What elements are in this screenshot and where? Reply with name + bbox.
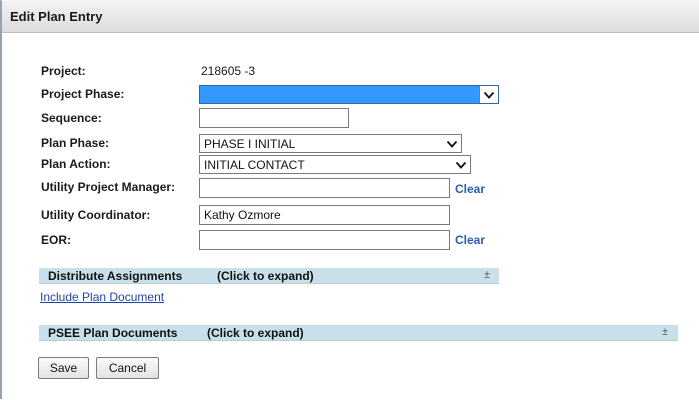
plan-action-select[interactable]: INITIAL CONTACT xyxy=(199,155,471,174)
distribute-title: Distribute Assignments xyxy=(48,269,183,283)
include-plan-document-link[interactable]: Include Plan Document xyxy=(40,290,164,304)
project-phase-select[interactable] xyxy=(199,85,499,104)
coordinator-input[interactable] xyxy=(199,205,450,225)
distribute-assignments-section[interactable]: Distribute Assignments (Click to expand)… xyxy=(39,268,499,284)
upm-input[interactable] xyxy=(199,178,450,198)
project-label: Project: xyxy=(41,64,86,78)
plan-phase-label: Plan Phase: xyxy=(41,136,110,150)
project-phase-label: Project Phase: xyxy=(41,87,125,101)
psee-title: PSEE Plan Documents xyxy=(48,326,178,340)
upm-label: Utility Project Manager: xyxy=(41,180,176,194)
distribute-hint: (Click to expand) xyxy=(217,269,314,283)
save-button[interactable]: Save xyxy=(38,357,89,379)
chevron-down-icon xyxy=(483,91,495,99)
plan-phase-select[interactable]: PHASE I INITIAL xyxy=(199,134,462,153)
psee-hint: (Click to expand) xyxy=(207,326,304,340)
plan-action-value: INITIAL CONTACT xyxy=(204,158,305,172)
upm-clear-link[interactable]: Clear xyxy=(455,182,485,196)
eor-input[interactable] xyxy=(199,230,450,250)
window-title: Edit Plan Entry xyxy=(10,9,103,24)
sequence-label: Sequence: xyxy=(41,111,102,125)
chevron-down-icon xyxy=(455,161,467,169)
eor-clear-link[interactable]: Clear xyxy=(455,233,485,247)
plan-action-label: Plan Action: xyxy=(41,157,111,171)
expand-toggle-icon[interactable]: ± xyxy=(662,326,668,338)
psee-plan-documents-section[interactable]: PSEE Plan Documents (Click to expand) ± xyxy=(39,325,678,341)
project-value: 218605 -3 xyxy=(201,64,256,78)
sequence-input[interactable] xyxy=(199,108,349,128)
coordinator-label: Utility Coordinator: xyxy=(41,208,151,222)
expand-toggle-icon[interactable]: ± xyxy=(484,269,490,281)
cancel-button[interactable]: Cancel xyxy=(96,357,159,379)
eor-label: EOR: xyxy=(41,233,71,247)
chevron-down-icon xyxy=(446,140,458,148)
title-bar: Edit Plan Entry xyxy=(2,0,699,33)
plan-phase-value: PHASE I INITIAL xyxy=(204,137,296,151)
